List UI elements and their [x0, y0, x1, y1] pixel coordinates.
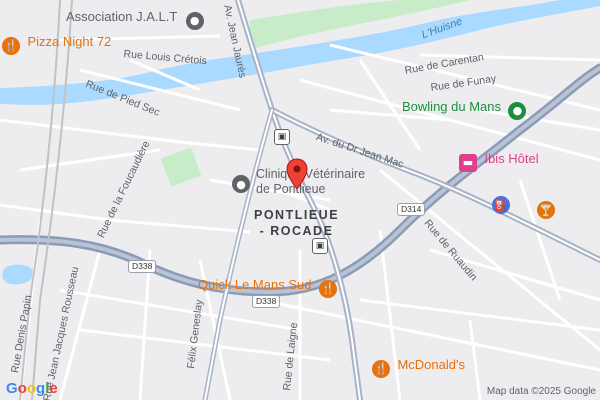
bus-icon[interactable]: ▣ [312, 238, 328, 254]
route-shield-d338-center: D338 [252, 295, 281, 309]
poi-bowling[interactable]: Bowling du Mans ● [402, 98, 527, 120]
bed-icon: ▬ [459, 153, 477, 172]
fuel-icon[interactable]: ⛽ [492, 196, 510, 214]
poi-quick[interactable]: Quick Le Mans Sud 🍴 [198, 276, 337, 298]
location-marker-icon[interactable] [286, 158, 308, 190]
poi-pizza-label: Pizza Night 72 [27, 34, 112, 49]
poi-mcdonalds[interactable]: 🍴 McDonald's [372, 356, 465, 378]
poi-ibis[interactable]: ▬ Ibis Hôtel [459, 150, 539, 172]
neighborhood-line-2: - ROCADE [259, 224, 334, 239]
neighborhood-label: PONTLIEUE - ROCADE [254, 207, 339, 240]
neighborhood-line-1: PONTLIEUE [254, 208, 340, 222]
place-icon: ● [232, 175, 250, 193]
fork-knife-icon: 🍴 [2, 36, 20, 55]
fork-knife-icon: 🍴 [318, 279, 337, 298]
poi-ibis-label: Ibis Hôtel [484, 151, 539, 166]
poi-clinique-line-2: de Pontlieue [256, 182, 326, 196]
bowling-icon: ● [508, 101, 527, 120]
fork-knife-icon: 🍴 [372, 359, 390, 378]
poi-mcdonalds-label: McDonald's [397, 357, 465, 372]
map-canvas[interactable]: L'Huisne Rue Louis Crétois Av. Jean Jaur… [0, 0, 600, 400]
google-logo: Google [6, 380, 58, 397]
poi-clinique-line-1: Clinique Vétérinaire [256, 167, 366, 181]
map-base [0, 0, 600, 400]
route-shield-d338-west: D338 [128, 260, 157, 274]
route-shield-d314: D314 [397, 203, 426, 217]
poi-bowling-label: Bowling du Mans [402, 99, 501, 114]
map-attribution: Map data ©2025 Google [486, 386, 596, 397]
poi-association-label: Association J.A.L.T [66, 9, 178, 24]
poi-quick-label: Quick Le Mans Sud [198, 277, 312, 292]
poi-pizza-night[interactable]: 🍴 Pizza Night 72 [2, 33, 112, 55]
bus-icon[interactable]: ▣ [274, 129, 290, 145]
cocktail-icon[interactable]: 🍸 [537, 201, 555, 219]
place-icon: ● [185, 11, 204, 30]
poi-association[interactable]: Association J.A.L.T ● [66, 8, 204, 30]
